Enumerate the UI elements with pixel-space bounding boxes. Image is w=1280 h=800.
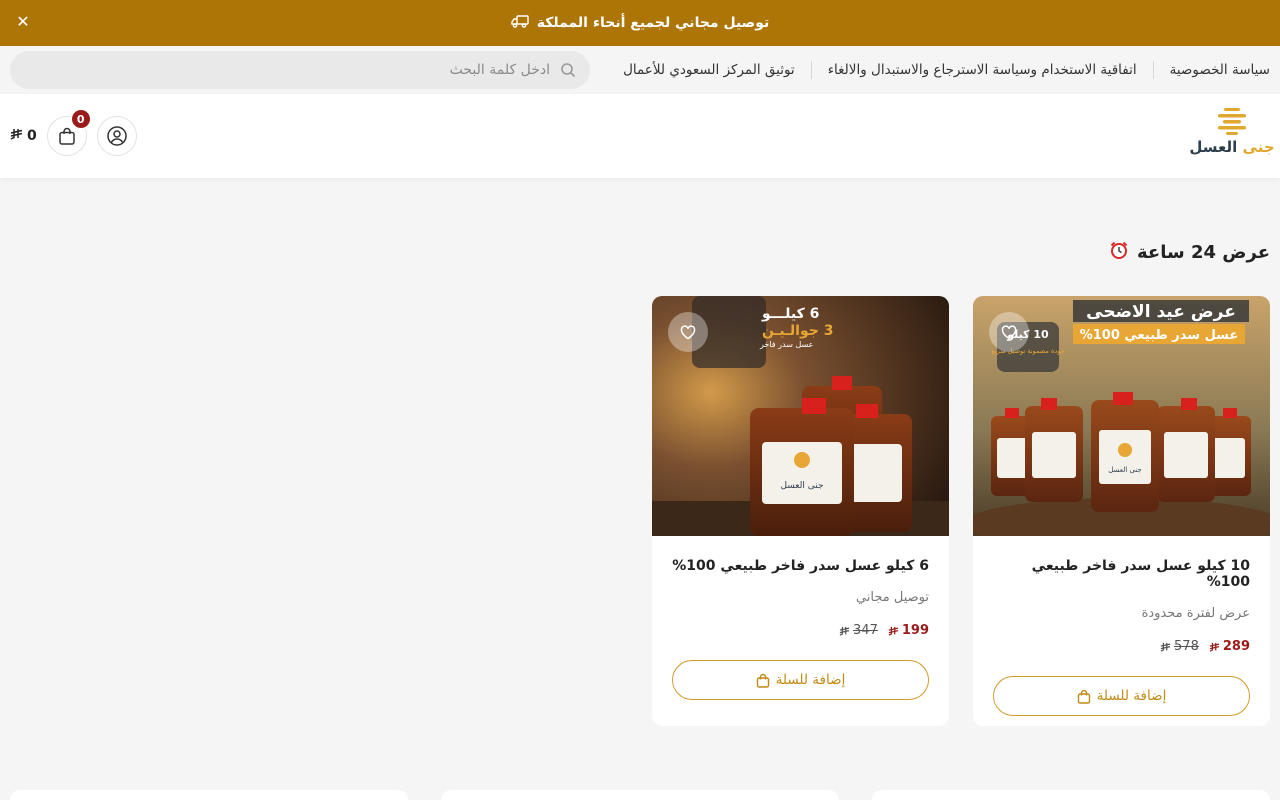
- close-icon[interactable]: ✕: [14, 13, 32, 31]
- image-banner-top: عرض عيد الاضحى: [1086, 302, 1236, 322]
- old-price-value: 347: [853, 623, 878, 638]
- riyal-icon: [839, 626, 850, 636]
- site-header: جنى العسل 0 0: [0, 94, 1280, 178]
- product-price: 199: [888, 623, 929, 638]
- product-old-price: 347: [839, 623, 878, 638]
- add-to-cart-button[interactable]: إضافة للسلة: [672, 660, 929, 700]
- product-subtitle: عرض لفترة محدودة: [1141, 606, 1250, 621]
- bee-logo-icon: [1218, 108, 1246, 135]
- riyal-icon: [1160, 642, 1171, 652]
- alarm-clock-icon: [1109, 240, 1129, 265]
- cart-count-badge: 0: [69, 108, 92, 130]
- heart-icon: [1001, 324, 1017, 339]
- business-verification-link[interactable]: توثيق المركز السعودي للأعمال: [607, 61, 811, 79]
- announcement-bar: توصيل مجاني لجميع أنحاء المملكة ✕: [0, 0, 1280, 46]
- product-prices: 289 578: [993, 639, 1250, 654]
- product-subtitle: توصيل مجاني: [855, 590, 929, 605]
- product-old-price: 578: [1160, 639, 1199, 654]
- add-to-cart-button[interactable]: إضافة للسلة: [993, 676, 1250, 716]
- next-section-card: [10, 790, 408, 800]
- old-price-value: 578: [1174, 639, 1199, 654]
- product-image[interactable]: عرض عيد الاضحى عسل سدر طبيعي 100% 10 كيل…: [973, 296, 1270, 536]
- next-section-card: [872, 790, 1270, 800]
- cart-total: 0: [10, 128, 37, 144]
- image-text-1: 6 كيلـــو: [761, 306, 819, 322]
- product-title[interactable]: 6 كيلو عسل سدر فاخر طبيعي 100%: [672, 558, 929, 574]
- logo[interactable]: جنى العسل: [1189, 108, 1275, 164]
- riyal-icon: [10, 128, 23, 144]
- shopping-bag-icon: [756, 673, 769, 688]
- product-prices: 199 347: [672, 623, 929, 638]
- riyal-icon: [888, 626, 899, 636]
- jar-label: جنى العسل: [780, 481, 823, 491]
- delivery-truck-icon: [511, 13, 529, 33]
- image-banner-bottom: عسل سدر طبيعي 100%: [1080, 328, 1239, 343]
- product-card[interactable]: 6 كيلـــو 3 جوالـيـن عسل سدر فاخر جنى ال…: [652, 296, 949, 726]
- honey-jars: جنى العسل: [991, 392, 1251, 512]
- shopping-bag-icon: [1077, 689, 1090, 704]
- favorite-button[interactable]: [668, 312, 708, 352]
- cart-total-value: 0: [27, 128, 37, 144]
- add-to-cart-label: إضافة للسلة: [1096, 688, 1167, 704]
- cart-button[interactable]: 0: [46, 108, 92, 156]
- top-links-bar: سياسة الخصوصية اتفاقية الاستخدام وسياسة …: [0, 46, 1280, 94]
- product-price: 289: [1209, 639, 1250, 654]
- image-text-3: عسل سدر فاخر: [759, 340, 813, 349]
- price-value: 289: [1222, 639, 1250, 654]
- product-card[interactable]: عرض عيد الاضحى عسل سدر طبيعي 100% 10 كيل…: [973, 296, 1270, 726]
- logo-rest: العسل: [1189, 138, 1238, 156]
- product-title[interactable]: 10 كيلو عسل سدر فاخر طبيعي 100%: [993, 558, 1250, 590]
- header-actions: 0 0: [10, 108, 137, 157]
- logo-text: جنى العسل: [1189, 138, 1274, 156]
- announcement-text: توصيل مجاني لجميع أنحاء المملكة: [536, 15, 770, 31]
- privacy-policy-link[interactable]: سياسة الخصوصية: [1152, 61, 1270, 79]
- section-title: عرض 24 ساعة: [1109, 240, 1270, 265]
- price-value: 199: [901, 623, 929, 638]
- footer-links: سياسة الخصوصية اتفاقية الاستخدام وسياسة …: [607, 46, 1270, 94]
- search-bar: [10, 51, 590, 89]
- search-input[interactable]: [24, 62, 550, 78]
- heart-icon: [680, 324, 696, 339]
- account-button[interactable]: [96, 116, 137, 156]
- shopping-bag-icon: [59, 127, 75, 145]
- add-to-cart-label: إضافة للسلة: [775, 672, 846, 688]
- section-title-text: عرض 24 ساعة: [1137, 242, 1270, 263]
- riyal-icon: [1209, 642, 1220, 652]
- logo-accent: جنى: [1242, 138, 1275, 156]
- jar-label: جنى العسل: [1108, 466, 1142, 474]
- product-info: 6 كيلو عسل سدر فاخر طبيعي 100% توصيل مجا…: [652, 536, 949, 700]
- terms-link[interactable]: اتفاقية الاستخدام وسياسة الاسترجاع والاس…: [810, 61, 1153, 79]
- next-section-card: [441, 790, 839, 800]
- announcement: توصيل مجاني لجميع أنحاء المملكة: [511, 13, 769, 33]
- product-info: 10 كيلو عسل سدر فاخر طبيعي 100% عرض لفتر…: [973, 536, 1270, 716]
- product-image[interactable]: 6 كيلـــو 3 جوالـيـن عسل سدر فاخر جنى ال…: [652, 296, 949, 536]
- image-text-2: 3 جوالـيـن: [762, 323, 833, 339]
- favorite-button[interactable]: [989, 312, 1029, 352]
- search-icon[interactable]: [558, 61, 576, 79]
- user-icon: [107, 126, 127, 146]
